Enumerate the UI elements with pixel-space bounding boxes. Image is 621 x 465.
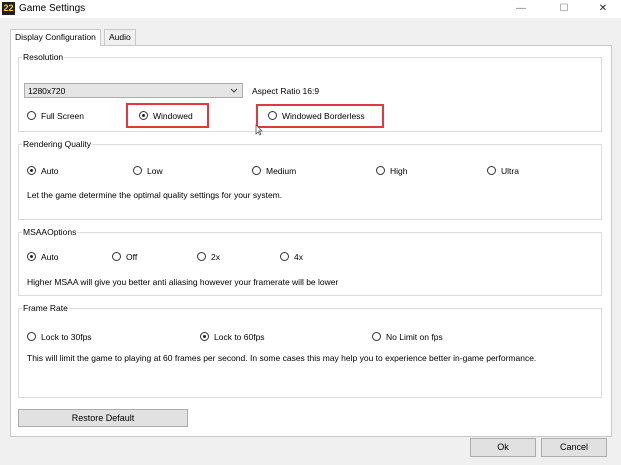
resolution-label: Resolution xyxy=(22,52,65,62)
radio-label: Full Screen xyxy=(41,111,84,121)
frame-rate-label: Frame Rate xyxy=(22,303,69,313)
resolution-value: 1280x720 xyxy=(28,86,66,96)
ok-button[interactable]: Ok xyxy=(470,438,536,457)
radio-circle xyxy=(280,252,289,261)
resolution-select[interactable]: 1280x720 xyxy=(24,83,243,98)
radio-label: Off xyxy=(126,252,138,262)
tab-display-configuration[interactable]: Display Configuration xyxy=(10,29,101,46)
radio-label: 2x xyxy=(211,252,220,262)
radio-label: High xyxy=(390,166,408,176)
radio-label: Auto xyxy=(41,252,59,262)
highlight-box xyxy=(126,103,209,128)
aspect-ratio-label: Aspect Ratio 16:9 xyxy=(252,86,320,96)
window-title: Game Settings xyxy=(19,3,86,14)
radio-circle xyxy=(27,252,36,261)
radio-circle xyxy=(372,332,381,341)
msaa-label: MSAAOptions xyxy=(22,227,78,237)
radio-circle xyxy=(252,166,261,175)
radio-label: Low xyxy=(147,166,163,176)
msaa-description: Higher MSAA will give you better anti al… xyxy=(27,277,339,287)
radio-circle xyxy=(487,166,496,175)
radio-circle xyxy=(27,111,36,120)
close-button[interactable]: ✕ xyxy=(588,0,618,18)
minimize-button[interactable]: — xyxy=(506,0,536,18)
radio-circle xyxy=(197,252,206,261)
frame-rate-description: This will limit the game to playing at 6… xyxy=(27,353,537,363)
app-icon: 22 xyxy=(2,2,15,15)
cancel-button[interactable]: Cancel xyxy=(541,438,607,457)
restore-default-button[interactable]: Restore Default xyxy=(18,409,188,427)
rendering-description: Let the game determine the optimal quali… xyxy=(27,190,283,200)
rendering-quality-group: Rendering Quality xyxy=(18,139,602,220)
radio-circle xyxy=(376,166,385,175)
highlight-box xyxy=(256,104,384,128)
radio-circle xyxy=(112,252,121,261)
radio-label: Lock to 30fps xyxy=(41,332,92,342)
radio-circle xyxy=(200,332,209,341)
tab-audio[interactable]: Audio xyxy=(104,29,136,45)
title-bar: 22 Game Settings — ☐ ✕ xyxy=(0,0,621,18)
radio-label: No Limit on fps xyxy=(386,332,443,342)
mouse-cursor-icon xyxy=(255,124,263,136)
radio-circle xyxy=(133,166,142,175)
rendering-quality-label: Rendering Quality xyxy=(22,139,93,149)
chevron-down-icon xyxy=(230,88,238,93)
radio-label: Lock to 60fps xyxy=(214,332,265,342)
radio-circle xyxy=(27,332,36,341)
maximize-button[interactable]: ☐ xyxy=(549,0,579,18)
radio-label: 4x xyxy=(294,252,303,262)
radio-label: Medium xyxy=(266,166,297,176)
radio-label: Ultra xyxy=(501,166,519,176)
radio-circle xyxy=(27,166,36,175)
radio-label: Auto xyxy=(41,166,59,176)
